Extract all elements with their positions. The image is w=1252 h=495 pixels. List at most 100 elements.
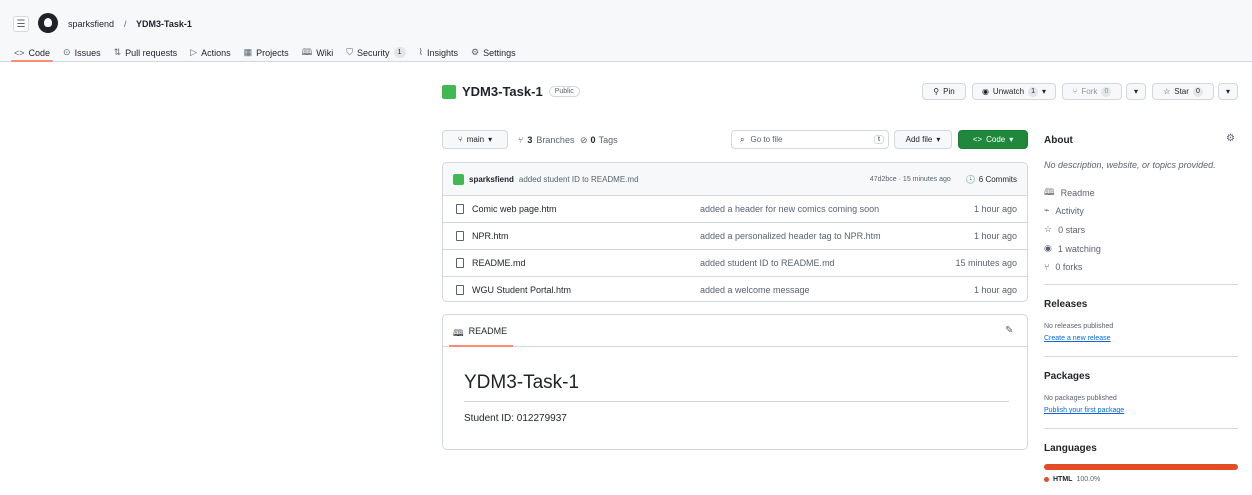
pin-button[interactable]: ⚲ Pin [922,83,966,100]
file-icon [456,258,464,268]
file-name[interactable]: Comic web page.htm [472,204,700,214]
tab-code[interactable]: <> Code [10,43,54,62]
sidebar-divider [1044,428,1238,429]
author-avatar[interactable] [453,173,464,185]
star-icon: ☆ [1163,87,1171,96]
tab-insights[interactable]: ⌇ Insights [419,43,458,62]
tab-security[interactable]: ⛉ Security 1 [346,43,406,62]
fork-button[interactable]: ⑂ Fork 0 [1062,83,1122,100]
languages-title: Languages [1044,443,1097,454]
unwatch-button[interactable]: ◉ Unwatch 1 ▾ [972,83,1056,100]
about-watching-link[interactable]: ◉ 1 watching [1044,243,1101,254]
breadcrumb-owner[interactable]: sparksfiend [68,19,114,29]
file-row[interactable]: WGU Student Portal.htm added a welcome m… [443,276,1027,303]
file-name[interactable]: WGU Student Portal.htm [472,285,700,295]
pull-request-icon: ⇅ [113,47,122,57]
releases-title[interactable]: Releases [1044,299,1087,310]
commit-hash-time[interactable]: 47d2bce · 15 minutes ago [870,176,951,183]
tab-pull-requests[interactable]: ⇅ Pull requests [114,43,178,62]
about-stars-link[interactable]: ☆ 0 stars [1044,224,1085,235]
file-commit-message[interactable]: added a personalized header tag to NPR.h… [700,231,881,241]
file-icon [456,204,464,214]
file-list: sparksfiend added student ID to README.m… [442,162,1028,302]
code-button[interactable]: <> Code ▾ [958,130,1028,149]
latest-commit-bar: sparksfiend added student ID to README.m… [443,163,1027,195]
menu-button[interactable]: ☰ [13,16,29,32]
about-activity-link[interactable]: ⌁ Activity [1044,205,1084,216]
about-forks-link[interactable]: ⑂ 0 forks [1044,262,1082,272]
about-title: About [1044,135,1073,146]
commits-link[interactable]: 🕓 6 Commits [966,175,1017,184]
file-time: 15 minutes ago [955,258,1017,268]
file-row[interactable]: NPR.htm added a personalized header tag … [443,222,1027,249]
visibility-badge: Public [548,86,580,97]
readme-header: 🕮 README ✎ [443,315,1027,347]
repo-nav: <> Code ⊙ Issues ⇅ Pull requests ▷ Actions ▦… [0,43,529,62]
tab-actions[interactable]: ▷ Actions [190,43,230,62]
graph-icon: ⌇ [418,47,423,57]
tab-projects[interactable]: ▦ Projects [244,43,289,62]
readme-tab[interactable]: 🕮 README [453,326,507,342]
chevron-down-icon: ▾ [1225,87,1230,96]
repo-title: YDM3-Task-1 Public [442,84,580,99]
branch-select[interactable]: ⑂ main ▾ [442,130,508,149]
file-icon [456,285,464,295]
fork-icon: ⑂ [1072,87,1078,96]
file-name[interactable]: README.md [472,258,700,268]
security-count-badge: 1 [393,47,406,58]
readme-panel: 🕮 README ✎ YDM3-Task-1 Student ID: 012279… [442,314,1028,450]
heading-divider [464,401,1009,402]
branch-icon: ⑂ [457,135,463,144]
add-file-button[interactable]: Add file ▾ [894,130,952,149]
file-row[interactable]: README.md added student ID to README.md … [443,249,1027,276]
readme-body: Student ID: 012279937 [464,413,567,424]
fork-dropdown-button[interactable]: ▾ [1126,83,1146,100]
breadcrumb-repo[interactable]: YDM3-Task-1 [136,19,192,29]
file-commit-message[interactable]: added a welcome message [700,285,810,295]
github-logo-icon[interactable] [38,13,58,33]
repo-name[interactable]: YDM3-Task-1 [462,84,543,99]
file-row[interactable]: Comic web page.htm added a header for ne… [443,195,1027,222]
publish-package-link[interactable]: Publish your first package [1044,407,1124,414]
about-description: No description, website, or topics provi… [1044,160,1216,170]
eye-icon: ◉ [981,87,989,96]
star-icon: ☆ [1044,224,1053,234]
tags-link[interactable]: ⊘ 0 Tags [580,135,618,146]
branches-link[interactable]: ⑂ 3 Branches [518,135,574,145]
breadcrumb-separator: / [124,19,127,29]
top-header: ☰ sparksfiend / YDM3-Task-1 <> Code ⊙ Issu… [0,0,1252,62]
create-release-link[interactable]: Create a new release [1044,335,1111,342]
sidebar-divider [1044,284,1238,285]
no-releases-text: No releases published [1044,323,1114,330]
go-to-file-input[interactable]: ⌕ Go to file t [731,130,889,149]
commit-message[interactable]: added student ID to README.md [519,175,639,184]
language-item-html[interactable]: HTML 100.0% [1044,476,1100,483]
commit-author[interactable]: sparksfiend [469,175,514,184]
tag-icon: ⊘ [580,135,588,145]
tab-issues[interactable]: ⊙ Issues [63,43,101,62]
file-commit-message[interactable]: added a header for new comics coming soo… [700,204,879,214]
chevron-down-icon: ▾ [936,135,941,144]
star-button[interactable]: ☆ Star 0 [1152,83,1214,100]
branch-icon: ⑂ [518,135,524,145]
chevron-down-icon: ▾ [488,135,493,144]
file-time: 1 hour ago [973,285,1017,295]
readme-tab-underline [449,345,513,347]
tab-wiki[interactable]: 🕮 Wiki [302,43,334,62]
language-color-dot [1044,477,1049,482]
fork-icon: ⑂ [1044,262,1050,272]
about-readme-link[interactable]: 🕮 Readme [1044,185,1095,201]
file-commit-message[interactable]: added student ID to README.md [700,258,835,268]
star-dropdown-button[interactable]: ▾ [1218,83,1238,100]
chevron-down-icon: ▾ [1042,87,1047,96]
file-name[interactable]: NPR.htm [472,231,700,241]
pencil-icon[interactable]: ✎ [1005,325,1013,336]
pulse-icon: ⌁ [1044,205,1050,215]
file-time: 1 hour ago [973,204,1017,214]
no-packages-text: No packages published [1044,395,1117,402]
book-icon: 🕮 [301,46,313,57]
gear-icon[interactable]: ⚙ [1226,133,1235,144]
book-icon: 🕮 [453,328,464,338]
tab-settings[interactable]: ⚙ Settings [471,43,516,62]
packages-title[interactable]: Packages [1044,371,1090,382]
